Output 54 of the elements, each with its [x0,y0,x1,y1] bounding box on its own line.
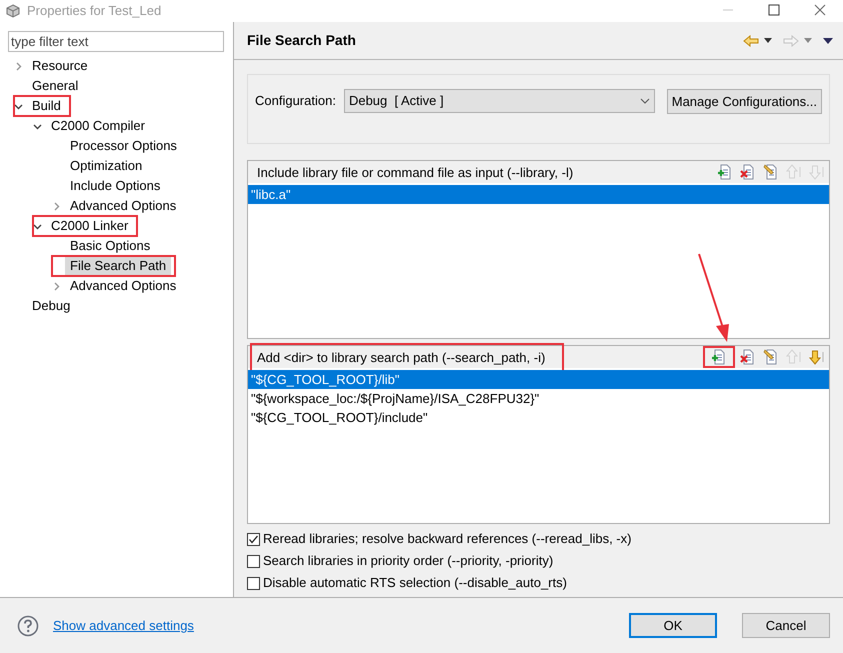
dialog-button[interactable]: OK [629,613,717,638]
add-file-icon[interactable] [717,164,733,180]
list-row[interactable]: "${workspace_loc:/${ProjName}/ISA_C28FPU32}" [248,389,829,408]
tree-item[interactable]: Advanced Options [65,196,182,216]
arrow-down-icon[interactable] [809,349,825,365]
configuration-dropdown[interactable]: Debug [ Active ] [344,89,655,113]
edit-file-icon[interactable] [763,349,779,365]
configuration-label: Configuration: [255,92,336,110]
help-icon[interactable] [17,614,39,636]
chevron-down-icon[interactable] [33,222,42,230]
tree-item[interactable]: Basic Options [65,236,156,256]
chevron-right-icon[interactable] [52,282,61,290]
tree-item[interactable]: Debug [27,296,76,316]
filter-field[interactable]: type filter text [8,31,224,52]
dropdown-icon[interactable] [764,38,772,43]
checkbox-label: Reread libraries; resolve backward references (--reread_libs, -x) [263,530,632,548]
list-heading: Add <dir> to library search path (--search_path, -i) [251,344,564,370]
chevron-right-icon[interactable] [14,62,23,70]
list-row[interactable]: "${CG_TOOL_ROOT}/lib" [248,370,829,389]
chevron-down-icon[interactable] [14,102,23,110]
list-row[interactable]: "${CG_TOOL_ROOT}/include" [248,408,829,427]
checkbox[interactable] [247,532,260,546]
tree-item[interactable]: C2000 Compiler [46,116,150,136]
show-advanced-settings-link[interactable]: Show advanced settings [53,616,194,636]
cube-icon [6,4,20,18]
tree-item[interactable]: Build [27,96,66,116]
tree-item[interactable]: Resource [27,56,93,76]
back-arrow-icon[interactable] [743,34,759,46]
checkbox[interactable] [247,576,260,590]
tree-item[interactable]: File Search Path [65,256,172,276]
chevron-down-icon [640,98,650,104]
window-title: Properties for Test_Led [27,2,162,20]
tree-item[interactable]: Optimization [65,156,148,176]
list-heading: Include library file or command file as input (--library, -l) [256,164,574,182]
check-icon [248,534,259,544]
dialog-button[interactable]: Cancel [742,613,830,638]
tree-item[interactable]: Processor Options [65,136,182,156]
view-menu-icon[interactable] [823,38,833,44]
tree-item[interactable]: General [27,76,84,96]
chevron-right-icon[interactable] [52,202,61,210]
checkbox[interactable] [247,554,260,568]
manage-configurations-button[interactable]: Manage Configurations... [666,89,822,114]
delete-file-icon[interactable] [740,349,756,365]
tree-item[interactable]: C2000 Linker [46,216,134,236]
page-title: File Search Path [247,31,356,50]
add-file-icon[interactable] [711,349,727,365]
tree-item[interactable]: Include Options [65,176,166,196]
tree-item[interactable]: Advanced Options [65,276,182,296]
delete-file-icon[interactable] [740,164,756,180]
checkbox-label: Disable automatic RTS selection (--disable_auto_rts) [263,574,567,592]
edit-file-icon[interactable] [763,164,779,180]
checkbox-label: Search libraries in priority order (--priority, -priority) [263,552,554,570]
list-row[interactable]: "libc.a" [248,185,829,204]
chevron-down-icon[interactable] [33,122,42,130]
